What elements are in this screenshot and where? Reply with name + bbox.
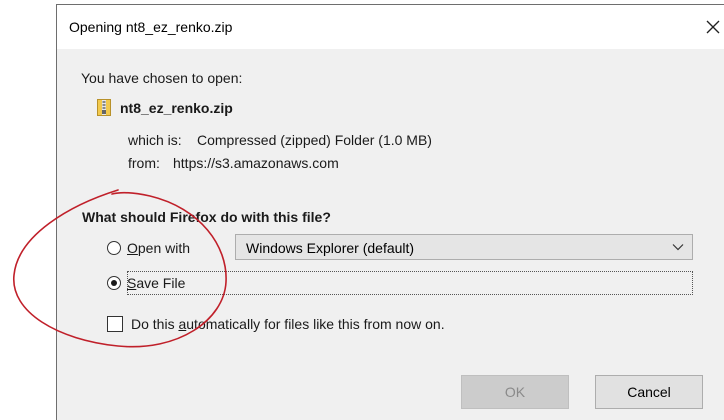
save-file-label[interactable]: Save File	[127, 275, 185, 291]
firefox-download-dialog: Opening nt8_ez_renko.zip You have chosen…	[56, 4, 724, 420]
dialog-title: Opening nt8_ez_renko.zip	[69, 19, 233, 35]
file-name: nt8_ez_renko.zip	[120, 100, 233, 116]
open-with-label[interactable]: Open with	[127, 240, 190, 256]
save-file-accel-key: S	[127, 275, 137, 291]
open-with-app-select[interactable]: Windows Explorer (default)	[235, 234, 693, 260]
auto-action-label-post: utomatically for files like this from no…	[186, 316, 445, 332]
save-file-label-post: ave File	[136, 275, 186, 291]
ok-button[interactable]: OK	[461, 375, 569, 409]
auto-action-label-pre: Do this	[131, 316, 179, 332]
chosen-to-open-label: You have chosen to open:	[81, 70, 243, 86]
close-icon	[706, 20, 720, 34]
cancel-button[interactable]: Cancel	[595, 375, 703, 409]
file-source-label: from:	[128, 155, 160, 171]
close-button[interactable]	[699, 13, 724, 41]
zip-file-icon	[97, 99, 111, 116]
auto-action-label[interactable]: Do this automatically for files like thi…	[131, 316, 445, 332]
open-with-radio[interactable]	[107, 241, 121, 255]
chevron-down-icon	[672, 244, 684, 251]
file-source-value: https://s3.amazonaws.com	[173, 155, 339, 171]
action-question: What should Firefox do with this file?	[82, 209, 331, 225]
title-bar: Opening nt8_ez_renko.zip	[57, 5, 724, 49]
open-with-label-post: pen with	[137, 240, 191, 256]
file-type-label: which is:	[128, 132, 182, 148]
auto-action-checkbox[interactable]	[107, 316, 123, 332]
file-type-value: Compressed (zipped) Folder (1.0 MB)	[197, 132, 432, 148]
save-file-focus-outline	[127, 271, 693, 295]
open-with-accel-key: O	[127, 240, 138, 256]
save-file-radio[interactable]	[107, 276, 121, 290]
open-with-app-value: Windows Explorer (default)	[246, 240, 415, 256]
